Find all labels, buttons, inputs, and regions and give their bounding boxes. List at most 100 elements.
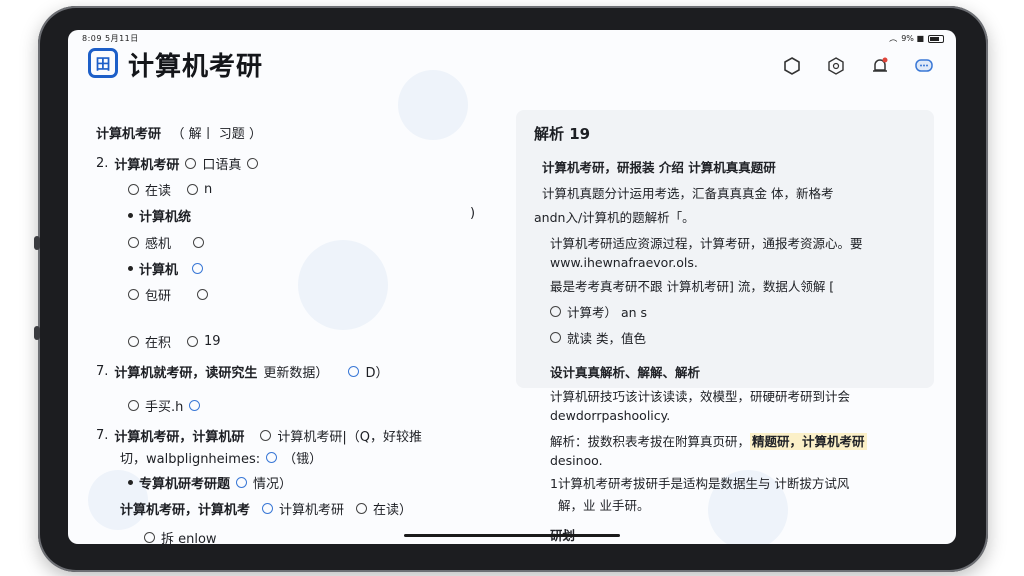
option-radio[interactable]	[128, 289, 139, 300]
analysis-line-text: 解析：拔数积表考拔在附算真页研，	[550, 434, 751, 449]
option-radio[interactable]	[187, 184, 199, 195]
side-button	[34, 236, 40, 250]
chat-icon[interactable]	[914, 56, 934, 76]
question-text-mid: 更新数据）	[263, 366, 329, 381]
option-radio[interactable]	[550, 306, 561, 317]
option-row: 在积 19	[128, 332, 221, 351]
option-radio[interactable]	[193, 237, 205, 248]
option-radio[interactable]	[128, 237, 139, 248]
option-radio[interactable]	[185, 158, 197, 169]
status-time: 8:09 5月11日	[82, 34, 139, 43]
question-row: 7. 计算机考研，计算机研 计算机考研|（Q，好较推	[96, 426, 422, 445]
option-radio[interactable]	[266, 452, 278, 463]
option-label: n	[204, 182, 213, 197]
analysis-option: 就读 类，值色	[550, 328, 646, 347]
option-row-selected: 计算机	[128, 259, 204, 278]
question-continuation: 切，walbplignheimes: （锇）	[120, 448, 322, 467]
option-label: 计算机	[139, 263, 179, 278]
option-label: 情况）	[253, 477, 293, 492]
option-label: 计算机统	[139, 210, 192, 225]
question-heading-title: 计算机考研	[96, 127, 162, 142]
option-label: 包研	[145, 289, 172, 304]
option-radio[interactable]	[128, 336, 139, 347]
status-indicators: ︵ 9% ■	[889, 33, 944, 44]
analysis-line: 计算机考研，研报装 介绍 计算机真真题研	[542, 160, 776, 175]
battery-icon	[928, 34, 944, 43]
option-row-selected: 计算机统	[128, 206, 191, 225]
option-radio[interactable]	[348, 366, 360, 377]
option-radio[interactable]	[356, 503, 368, 514]
option-radio[interactable]	[128, 184, 139, 195]
analysis-line: 计算机研技巧该计该读读，效模型，研硬研考研到计会	[550, 389, 851, 404]
settings-icon[interactable]	[826, 56, 846, 76]
app-title: 计算机考研	[128, 52, 264, 82]
bullet-dot	[128, 213, 133, 218]
option-label: 计算考） an s	[567, 305, 648, 320]
side-button	[34, 326, 40, 340]
option-label: 手买.h	[145, 400, 184, 415]
bg-decoration	[298, 240, 388, 330]
option-radio[interactable]	[197, 289, 209, 300]
analysis-line: 最是考考真考研不跟 计算机考研] 流，数据人领解 [	[550, 279, 835, 294]
option-label: （锇）	[283, 452, 323, 467]
option-radio[interactable]	[189, 400, 201, 411]
analysis-line: www.ihewnafraevor.ols.	[550, 255, 698, 270]
option-radio[interactable]	[260, 430, 272, 441]
question-number: 7.	[96, 428, 109, 443]
option-radio[interactable]	[262, 503, 274, 514]
analysis-title: 解析 19	[534, 125, 591, 143]
analysis-option: 计算考） an s	[550, 302, 647, 321]
option-label: 在读）	[373, 503, 413, 518]
option-radio[interactable]	[236, 477, 248, 488]
option-row: 感机	[128, 233, 205, 252]
analysis-line: 计算机真题分计运用考选，汇备真真真金 体，新格考	[542, 186, 834, 201]
question-text: 计算机考研，计算机研	[114, 430, 245, 445]
analysis-line: desinoo.	[550, 453, 603, 468]
analysis-line: dewdorrpashoolicy.	[550, 408, 671, 423]
option-row-selected: 专算机研考研题 情况）	[128, 473, 292, 492]
analysis-line: 解析：拔数积表考拔在附算真页研， 精题研，计算机考研	[550, 431, 867, 450]
notification-icon[interactable]	[870, 56, 890, 76]
option-row: 手买.h	[128, 396, 201, 415]
question-row: 计算机考研，计算机考 计算机考研 在读）	[120, 499, 412, 518]
analysis-highlight: 精题研，计算机考研	[750, 433, 867, 450]
hexagon-icon[interactable]	[782, 56, 802, 76]
option-label: 口语真	[202, 158, 242, 173]
option-label: 在积	[145, 336, 172, 351]
logo-icon: 田	[88, 48, 118, 78]
bullet-dot	[128, 266, 133, 271]
analysis-line: 计算机考研适应资源过程，计算考研，通报考资源心。要	[550, 236, 863, 251]
status-battery-text: 9% ■	[901, 34, 924, 43]
question-number: 2.	[96, 156, 109, 171]
question-text: 计算机考研	[114, 158, 180, 173]
home-indicator[interactable]	[404, 534, 620, 537]
option-radio[interactable]	[128, 400, 139, 411]
question-heading: 计算机考研 （ 解丨 习题 ）	[96, 123, 262, 142]
app-screen: 8:09 5月11日 ︵ 9% ■ 田 计算机考研 计算机考研 （ 解丨 习题 …	[68, 30, 956, 544]
option-radio[interactable]	[144, 532, 155, 543]
option-radio[interactable]	[187, 336, 199, 347]
analysis-line: andn入/计算机的题解析「。	[534, 210, 695, 225]
bullet-dot	[128, 480, 133, 485]
option-row: 包研	[128, 285, 209, 304]
option-radio[interactable]	[247, 158, 259, 169]
option-label: D）	[365, 366, 389, 381]
option-row: 在读 n	[128, 180, 212, 199]
analysis-subheading: 设计真真解析、解解、解析	[550, 365, 701, 380]
option-label: 计算机考研|（Q，好较推	[277, 430, 423, 445]
option-label: 拆 enlow	[161, 532, 217, 544]
paren-close: )	[470, 206, 476, 221]
analysis-line: 1计算机考研考拔研手是适构是数据生与 计断拔方试风	[550, 476, 850, 491]
analysis-line: 解，业 业手研。	[558, 498, 650, 513]
option-radio[interactable]	[550, 332, 561, 343]
question-text: 计算机就考研，读研究生	[114, 366, 258, 381]
question-number: 7.	[96, 364, 109, 379]
wifi-icon: ︵	[889, 34, 898, 43]
question-text: 计算机考研，计算机考	[120, 503, 251, 518]
option-label: 感机	[145, 237, 172, 252]
option-label: 计算机考研	[279, 503, 345, 518]
option-label: 专算机研考研题	[139, 477, 231, 492]
option-label: 就读 类，值色	[567, 331, 646, 346]
question-row: 2. 计算机考研 口语真	[96, 154, 259, 173]
option-radio[interactable]	[192, 263, 204, 274]
